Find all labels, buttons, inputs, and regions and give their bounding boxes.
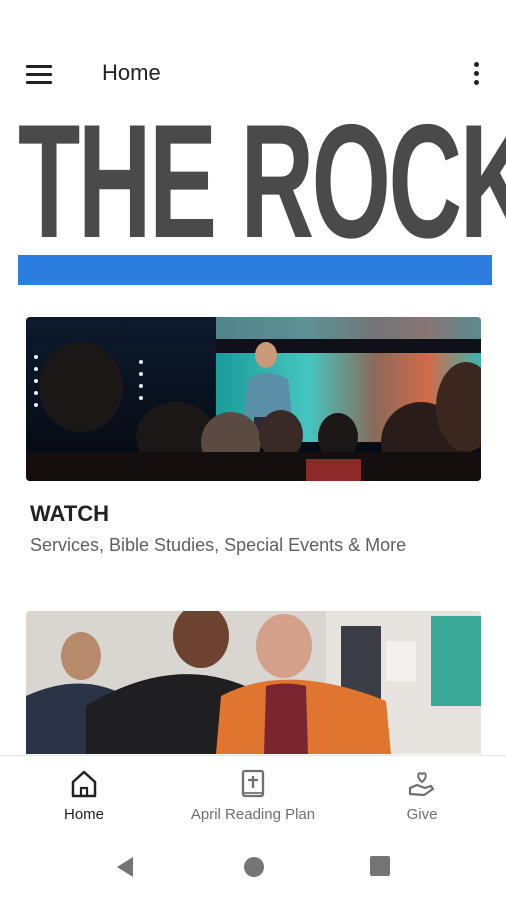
nav-april-reading-plan[interactable]: April Reading Plan bbox=[169, 764, 337, 830]
system-navigation-bar bbox=[0, 835, 506, 900]
card-title: WATCH bbox=[30, 501, 110, 526]
bottom-navigation: Home April Reading Plan Give bbox=[0, 755, 506, 836]
nav-reading-plan-label: April Reading Plan bbox=[190, 806, 316, 823]
logo-text: THE ROCK bbox=[18, 91, 506, 272]
home-circle-icon[interactable] bbox=[242, 855, 266, 884]
back-icon[interactable] bbox=[113, 855, 137, 884]
nav-give[interactable]: Give bbox=[338, 764, 506, 830]
home-icon bbox=[69, 768, 99, 800]
watch-card[interactable]: WATCH Services, Bible Studies, Special E… bbox=[26, 317, 481, 556]
page-title: Home bbox=[102, 60, 161, 85]
menu-button[interactable] bbox=[18, 54, 62, 94]
nav-home-label: Home bbox=[63, 806, 104, 823]
recents-square-icon[interactable] bbox=[369, 855, 391, 882]
card-subtitle: Services, Bible Studies, Special Events … bbox=[30, 535, 407, 555]
logo-underline-bar bbox=[18, 255, 492, 285]
connect-card-image bbox=[26, 611, 481, 754]
bible-icon bbox=[238, 768, 268, 800]
status-bar bbox=[0, 0, 506, 40]
nav-home[interactable]: Home bbox=[0, 764, 168, 830]
more-options-button[interactable] bbox=[458, 54, 494, 94]
church-logo: THE ROCK bbox=[18, 101, 506, 290]
watch-card-image bbox=[26, 317, 481, 481]
nav-give-label: Give bbox=[406, 806, 438, 823]
connect-card[interactable] bbox=[26, 611, 481, 754]
give-heart-hand-icon bbox=[407, 768, 437, 800]
